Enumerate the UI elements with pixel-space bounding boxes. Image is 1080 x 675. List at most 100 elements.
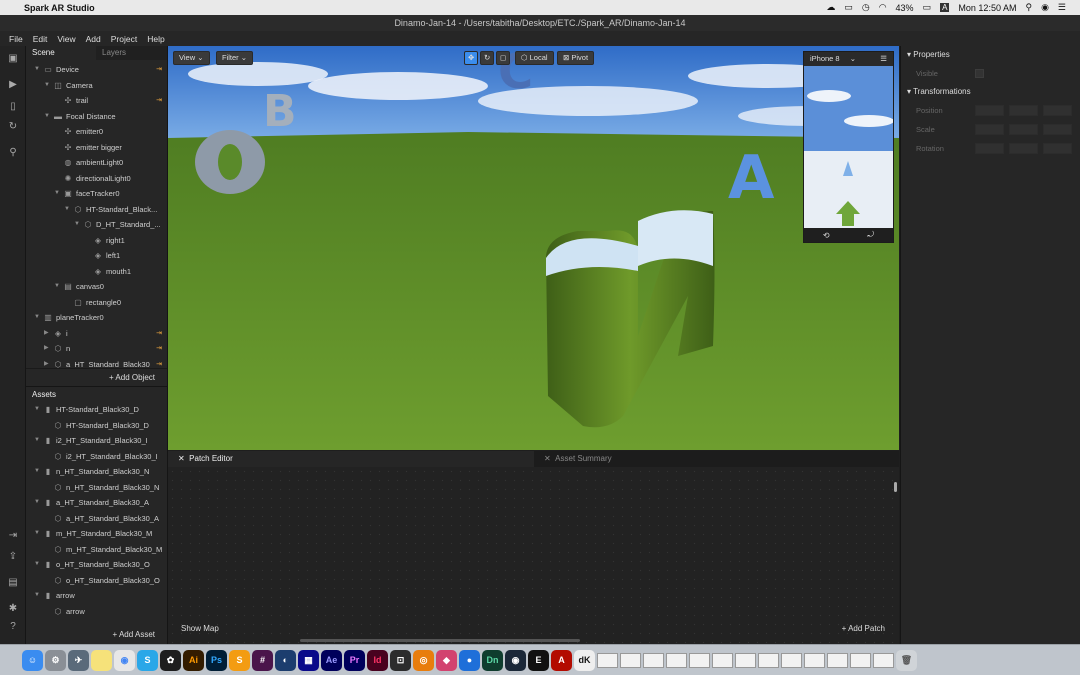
scene-tree-row[interactable]: ▼ ▥ planeTracker0 <box>26 310 167 326</box>
patch-editor-canvas[interactable]: Show Map + Add Patch <box>168 467 899 644</box>
wifi-icon[interactable]: ◠ <box>879 2 887 13</box>
time-machine-icon[interactable]: ◷ <box>862 2 870 13</box>
share-icon[interactable]: ⇪ <box>6 550 20 564</box>
test-on-device-icon[interactable]: ⇥ <box>6 529 20 543</box>
layout-icon[interactable]: ▣ <box>6 52 20 66</box>
pivot-toggle[interactable]: ⊠ Pivot <box>557 51 595 65</box>
asset-tree-row[interactable]: ▼ ▮ n_HT_Standard_Black30_N <box>26 464 167 480</box>
asset-tree-row[interactable]: ▼ ▮ o_HT_Standard_Black30_O <box>26 557 167 573</box>
asset-tree-row[interactable]: ⬡ n_HT_Standard_Black30_N <box>26 480 167 496</box>
chevron-down-icon[interactable]: ▼ <box>44 109 52 125</box>
airplay-icon[interactable]: ▭ <box>844 2 853 13</box>
creative-cloud-icon[interactable]: ☁ <box>826 2 835 13</box>
patch-editor-vertical-scrollbar[interactable] <box>894 482 897 492</box>
scene-viewport[interactable]: B C A View ⌄ Filter ⌄ ✥ ↻ ◻ ⬡ Local ⊠ Pi… <box>168 46 899 450</box>
search-icon[interactable]: ⚲ <box>6 146 20 160</box>
minimized-window-thumbnail[interactable] <box>758 652 779 668</box>
menu-edit[interactable]: Edit <box>28 34 53 44</box>
tab-patch-editor[interactable]: ✕ Patch Editor <box>168 451 534 467</box>
chevron-down-icon[interactable]: ⌄ <box>850 54 856 63</box>
help-icon[interactable]: ? <box>6 620 20 634</box>
chevron-down-icon[interactable]: ▼ <box>34 433 42 449</box>
scale-x-field[interactable] <box>975 124 1004 135</box>
menu-view[interactable]: View <box>52 34 80 44</box>
chevron-down-icon[interactable]: ▼ <box>34 557 42 573</box>
system-preferences-icon[interactable]: ⚙ <box>45 649 66 671</box>
close-icon[interactable]: ✕ <box>544 454 551 463</box>
patch-link-icon[interactable]: ⇥ <box>156 62 162 78</box>
scene-tree-row[interactable]: ✣ trail ⇥ <box>26 93 167 109</box>
scene-tree-row[interactable]: ◈ right1 <box>26 233 167 249</box>
minimized-window-thumbnail[interactable] <box>666 652 687 668</box>
minimized-window-thumbnail[interactable] <box>689 652 710 668</box>
local-toggle[interactable]: ⬡ Local <box>515 51 554 65</box>
view-dropdown[interactable]: View ⌄ <box>173 51 210 65</box>
battery-icon[interactable]: ▭ <box>923 2 932 13</box>
photoshop-icon[interactable]: Ps <box>206 649 227 671</box>
steam-icon[interactable]: ◉ <box>505 649 526 671</box>
asset-tree-row[interactable]: ⬡ HT-Standard_Black30_D <box>26 418 167 434</box>
dimension-icon[interactable]: Dn <box>482 649 503 671</box>
menu-help[interactable]: Help <box>142 34 169 44</box>
scene-tree-row[interactable]: ▼ ▤ canvas0 <box>26 279 167 295</box>
finder-icon[interactable]: ☺ <box>22 649 43 671</box>
scene-tree-row[interactable]: ◈ left1 <box>26 248 167 264</box>
filter-dropdown[interactable]: Filter ⌄ <box>216 51 254 65</box>
spark-ar-icon[interactable]: ◆ <box>436 649 457 671</box>
chrome-icon[interactable]: ◉ <box>114 649 135 671</box>
chevron-down-icon[interactable]: ▼ <box>74 217 82 233</box>
show-map-button[interactable]: Show Map <box>181 624 219 633</box>
minimized-window-thumbnail[interactable] <box>712 652 733 668</box>
asset-tree-row[interactable]: ⬡ arrow <box>26 604 167 620</box>
restart-icon[interactable]: ⟲ <box>823 231 830 240</box>
chevron-right-icon[interactable]: ▶ <box>44 341 52 357</box>
patch-link-icon[interactable]: ⇥ <box>156 341 162 357</box>
scene-tree-row[interactable]: ▢ rectangle0 <box>26 295 167 311</box>
asset-tree-row[interactable]: ▼ ▮ a_HT_Standard_Black30_A <box>26 495 167 511</box>
trash-icon[interactable]: 🗑 <box>896 649 917 671</box>
chevron-down-icon[interactable]: ▼ <box>34 402 42 418</box>
figma-icon[interactable]: ✿ <box>160 649 181 671</box>
chevron-down-icon[interactable]: ▼ <box>54 279 62 295</box>
position-y-field[interactable] <box>1009 105 1038 116</box>
video-icon[interactable]: ▶ <box>6 78 20 92</box>
scene-tree-row[interactable]: ▼ ⬡ D_HT_Standard_... <box>26 217 167 233</box>
asset-tree-row[interactable]: ▼ ▮ m_HT_Standard_Black30_M <box>26 526 167 542</box>
chevron-down-icon[interactable]: ▼ <box>34 526 42 542</box>
premiere-icon[interactable]: Pr <box>344 649 365 671</box>
stack-icon[interactable]: ▦ <box>298 649 319 671</box>
chevron-down-icon[interactable]: ▼ <box>34 62 42 78</box>
close-icon[interactable]: ✕ <box>178 454 185 463</box>
split-view-icon[interactable]: ▯ <box>6 100 20 114</box>
minimized-window-thumbnail[interactable] <box>873 652 894 668</box>
menu-add[interactable]: Add <box>81 34 106 44</box>
sublime-text-icon[interactable]: S <box>229 649 250 671</box>
rotation-x-field[interactable] <box>975 143 1004 154</box>
chevron-down-icon[interactable]: ▼ <box>54 186 62 202</box>
scene-tree-row[interactable]: ✺ directionalLight0 <box>26 171 167 187</box>
rotation-y-field[interactable] <box>1009 143 1038 154</box>
position-x-field[interactable] <box>975 105 1004 116</box>
transformations-section[interactable]: ▾ Transformations <box>901 83 1080 101</box>
menubar-app-name[interactable]: Spark AR Studio <box>24 3 95 13</box>
scale-z-field[interactable] <box>1043 124 1072 135</box>
minimized-window-thumbnail[interactable] <box>827 652 848 668</box>
chevron-down-icon[interactable]: ▼ <box>64 202 72 218</box>
tab-asset-summary[interactable]: ✕ Asset Summary <box>534 451 899 467</box>
scene-tree-row[interactable]: ▼ ▬ Focal Distance <box>26 109 167 125</box>
scene-tree-row[interactable]: ▼ ⬡ HT-Standard_Black... <box>26 202 167 218</box>
minimized-window-thumbnail[interactable] <box>597 652 618 668</box>
minimized-window-thumbnail[interactable] <box>620 652 641 668</box>
blender-icon[interactable]: ◎ <box>413 649 434 671</box>
chevron-down-icon[interactable]: ▼ <box>34 495 42 511</box>
hamburger-menu-icon[interactable]: ☰ <box>880 52 887 66</box>
asset-tree-row[interactable]: ⬡ a_HT_Standard_Black30_A <box>26 511 167 527</box>
asset-tree-row[interactable]: ⬡ m_HT_Standard_Black30_M <box>26 542 167 558</box>
minimized-window-thumbnail[interactable] <box>804 652 825 668</box>
chevron-down-icon[interactable]: ▼ <box>34 464 42 480</box>
rotate-device-icon[interactable]: ⤾ <box>867 230 874 240</box>
rotate-tool-button[interactable]: ↻ <box>480 51 495 65</box>
patch-editor-horizontal-scrollbar[interactable] <box>300 639 580 642</box>
chevron-down-icon[interactable]: ▼ <box>44 78 52 94</box>
folder-icon[interactable]: ▤ <box>6 576 20 590</box>
